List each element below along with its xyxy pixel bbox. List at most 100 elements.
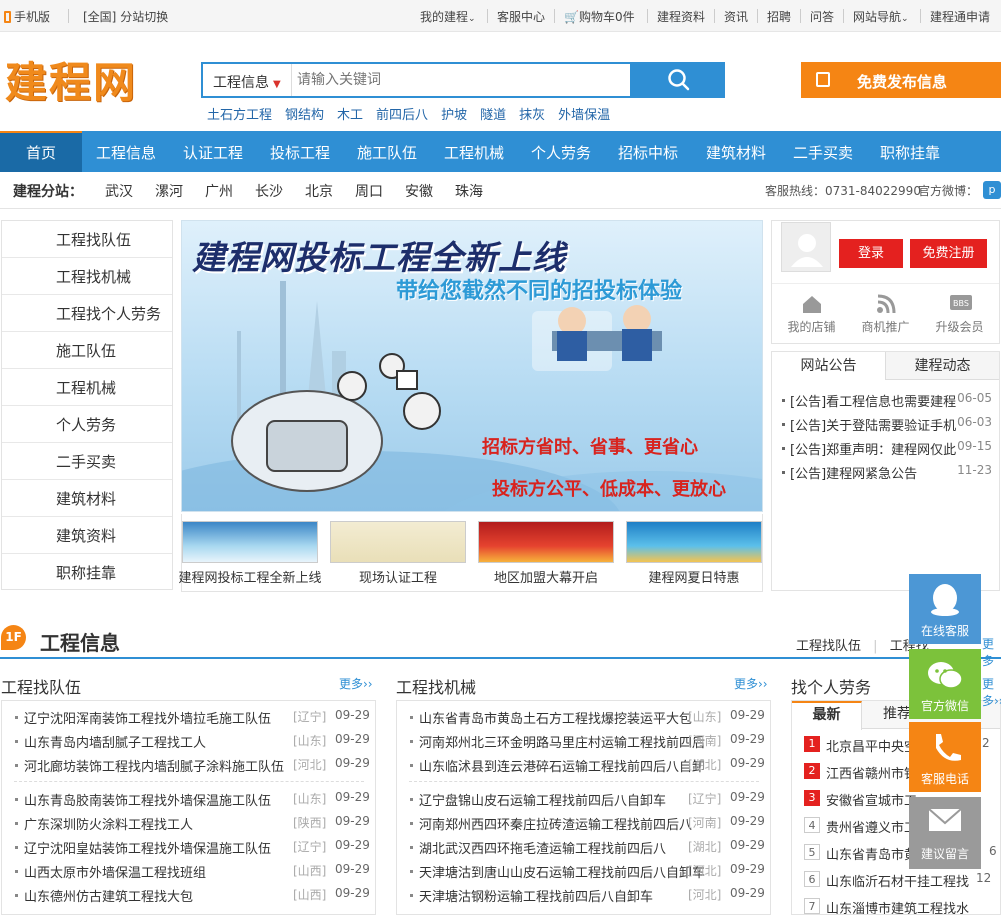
thumbnail-caption[interactable]: 现场认证工程: [323, 567, 473, 586]
apply-link[interactable]: 建程通申请: [930, 8, 990, 25]
thumbnail-caption[interactable]: 建程网投标工程全新上线: [175, 567, 325, 586]
service-link[interactable]: 客服中心: [497, 8, 545, 25]
thumbnail[interactable]: [182, 521, 318, 563]
category-item[interactable]: 个人劳务: [2, 406, 172, 443]
substation-link[interactable]: 周口: [355, 181, 383, 201]
materials-link[interactable]: 建程资料: [657, 8, 705, 25]
substation-link[interactable]: 广州: [205, 181, 233, 201]
banner-slogan: 招标方省时、省事、更省心: [482, 437, 698, 458]
upgrade-link[interactable]: BBS 升级会员: [922, 294, 997, 336]
nav-item-project-info[interactable]: 工程信息: [96, 142, 156, 163]
nav-item-certified[interactable]: 认证工程: [183, 142, 243, 163]
nav-item-secondhand[interactable]: 二手买卖: [793, 142, 853, 163]
thumbnail-caption[interactable]: 建程网夏日特惠: [619, 567, 769, 586]
chevron-down-icon: ⌄: [901, 14, 909, 24]
my-account-menu[interactable]: 我的建程⌄: [420, 8, 476, 25]
weibo-icon[interactable]: p: [983, 181, 1001, 199]
register-button[interactable]: 免费注册: [910, 239, 987, 268]
substation-link[interactable]: 珠海: [455, 181, 483, 201]
thumbnail[interactable]: [626, 521, 762, 563]
qa-link[interactable]: 问答: [810, 8, 834, 25]
nav-item-labor[interactable]: 个人劳务: [531, 142, 591, 163]
category-item[interactable]: 二手买卖: [2, 443, 172, 480]
edit-icon: [816, 72, 830, 87]
category-item[interactable]: 建筑材料: [2, 480, 172, 517]
tab-news[interactable]: 建程动态: [886, 352, 999, 380]
my-shop-link[interactable]: 我的店铺: [774, 294, 849, 336]
nav-item-home[interactable]: 首页: [26, 142, 56, 163]
mail-icon: [928, 808, 962, 831]
more-link[interactable]: 更多››: [734, 675, 768, 692]
nav-item-machinery[interactable]: 工程机械: [444, 142, 504, 163]
cart-icon: 🛒: [564, 10, 579, 24]
hero-banner[interactable]: 建程网投标工程全新上线 带给您截然不同的招投标体验 招标方省时、省事、更省心 投…: [181, 220, 763, 512]
search-input[interactable]: [297, 67, 627, 93]
jobs-link[interactable]: 招聘: [767, 8, 791, 25]
mobile-link[interactable]: 手机版: [4, 8, 50, 25]
more-link[interactable]: 更多: [982, 635, 1001, 669]
site-nav-menu[interactable]: 网站导航⌄: [853, 8, 909, 25]
tab-latest[interactable]: 最新: [792, 701, 862, 730]
hotword-link[interactable]: 木工: [337, 108, 363, 123]
thumbnail-caption[interactable]: 地区加盟大幕开启: [471, 567, 621, 586]
bbs-icon: BBS: [950, 295, 972, 310]
category-item[interactable]: 施工队伍: [2, 332, 172, 369]
chevron-down-icon: ⌄: [468, 14, 476, 24]
wechat-button[interactable]: 官方微信: [909, 649, 981, 719]
category-item[interactable]: 工程机械: [2, 369, 172, 406]
login-button[interactable]: 登录: [839, 239, 903, 268]
substation-link[interactable]: 长沙: [255, 181, 283, 201]
floor-link[interactable]: 工程找队伍: [796, 639, 861, 654]
hotword-link[interactable]: 护坡: [441, 108, 467, 123]
search-button[interactable]: [632, 62, 725, 98]
online-service-button[interactable]: 在线客服: [909, 574, 981, 644]
substation-link[interactable]: 安徽: [405, 181, 433, 201]
wechat-icon: [928, 662, 963, 689]
hotword-link[interactable]: 外墙保温: [558, 108, 610, 123]
region-switch[interactable]: [全国] 分站切换: [83, 8, 168, 25]
substation-link[interactable]: 武汉: [105, 181, 133, 201]
substation-label: 建程分站：: [13, 184, 83, 200]
publish-button[interactable]: 免费发布信息: [801, 62, 1001, 98]
nav-item-tender[interactable]: 招标中标: [618, 142, 678, 163]
category-item[interactable]: 建筑资料: [2, 517, 172, 554]
hotword-link[interactable]: 土石方工程: [207, 108, 272, 123]
category-item[interactable]: 工程找队伍: [2, 221, 172, 258]
nav-item-teams[interactable]: 施工队伍: [357, 142, 417, 163]
machinery-list: 山东省青岛市黄岛土石方工程找爆挖装运平大包 [山东] 09-29 河南郑州北三环金明…: [396, 700, 771, 915]
nav-item-title[interactable]: 职称挂靠: [880, 142, 940, 163]
user-icon: [791, 234, 823, 267]
search-category-select[interactable]: 工程信息 ▼: [213, 72, 281, 92]
banner-subtitle: 带给您截然不同的招投标体验: [396, 279, 683, 304]
avatar: [781, 222, 831, 272]
more-link[interactable]: 更多››: [982, 675, 1001, 709]
category-item[interactable]: 工程找个人劳务: [2, 295, 172, 332]
site-logo[interactable]: 建程网: [5, 56, 137, 110]
substation-link[interactable]: 漯河: [155, 181, 183, 201]
cart-link[interactable]: 🛒购物车0件: [564, 8, 635, 25]
tab-site-notice[interactable]: 网站公告: [772, 352, 886, 380]
banner-slogan: 投标方公平、低成本、更放心: [492, 479, 726, 500]
hotword-link[interactable]: 隧道: [480, 108, 506, 123]
hotword-link[interactable]: 钢结构: [285, 108, 324, 123]
phone-button[interactable]: 客服电话: [909, 722, 981, 792]
category-list: 工程找队伍 工程找机械 工程找个人劳务 施工队伍 工程机械 个人劳务 二手买卖 …: [1, 220, 173, 590]
phone-icon: [936, 734, 961, 761]
thumbnail[interactable]: [478, 521, 614, 563]
nav-item-bidding[interactable]: 投标工程: [270, 142, 330, 163]
nav-item-materials[interactable]: 建筑材料: [706, 142, 766, 163]
hotline-text: 客服热线：0731-84022990: [765, 184, 921, 198]
hotword-link[interactable]: 抹灰: [519, 108, 545, 123]
category-item[interactable]: 工程找机械: [2, 258, 172, 295]
thumbnail[interactable]: [330, 521, 466, 563]
news-link[interactable]: 资讯: [724, 8, 748, 25]
substation-link[interactable]: 北京: [305, 181, 333, 201]
search-icon: [668, 69, 690, 91]
main-nav: 首页 工程信息 认证工程 投标工程 施工队伍 工程机械 个人劳务 招标中标 建筑…: [0, 131, 1001, 172]
substation-bar: 建程分站： 武汉 漯河 广州 长沙 北京 周口 安徽 珠海 客服热线：0731-…: [0, 173, 1001, 209]
more-link[interactable]: 更多››: [339, 675, 373, 692]
feedback-button[interactable]: 建议留言: [909, 797, 981, 869]
category-item[interactable]: 职称挂靠: [2, 554, 172, 591]
promotion-link[interactable]: 商机推广: [848, 294, 923, 336]
hotword-link[interactable]: 前四后八: [376, 108, 428, 123]
